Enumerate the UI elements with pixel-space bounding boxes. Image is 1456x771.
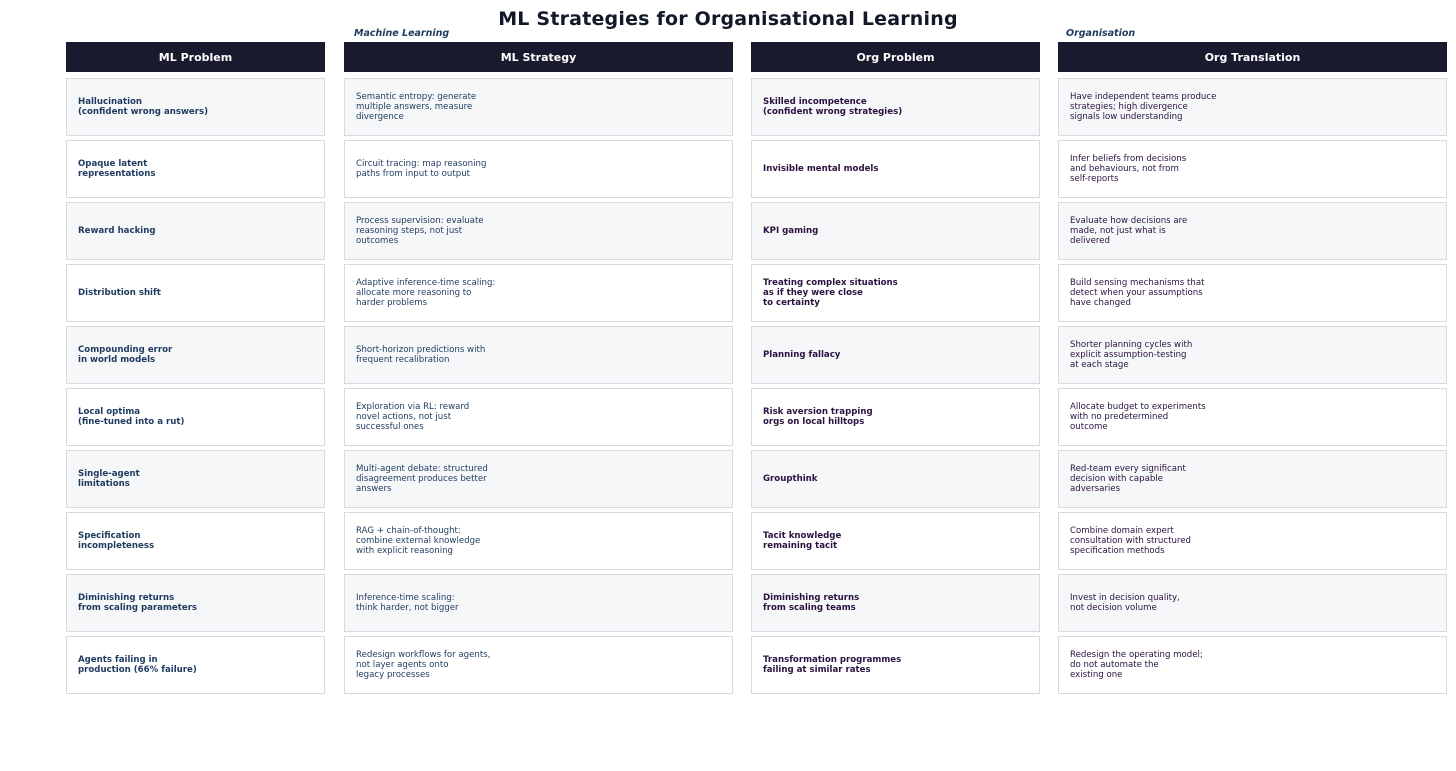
ml-problem-cell: Distribution shift (66, 264, 325, 322)
ml-strategy-cell: Circuit tracing: map reasoning paths fro… (344, 140, 733, 198)
org-translation-cell: Allocate budget to experiments with no p… (1058, 388, 1447, 446)
ml-problem-cell: Opaque latent representations (66, 140, 325, 198)
ml-strategy-cells: Semantic entropy: generate multiple answ… (344, 78, 733, 694)
org-translation-cell: Redesign the operating model; do not aut… (1058, 636, 1447, 694)
ml-strategy-column: ML Strategy Semantic entropy: generate m… (344, 42, 733, 698)
machine-learning-group-label: Machine Learning (354, 28, 450, 39)
org-problem-cell: KPI gaming (751, 202, 1040, 260)
org-translation-column: Org Translation Have independent teams p… (1058, 42, 1447, 698)
org-translation-cell: Shorter planning cycles with explicit as… (1058, 326, 1447, 384)
ml-strategy-header: ML Strategy (344, 42, 733, 72)
ml-strategy-cell: Short-horizon predictions with frequent … (344, 326, 733, 384)
org-translation-cell: Red-team every significant decision with… (1058, 450, 1447, 508)
org-problem-cell: Risk aversion trapping orgs on local hil… (751, 388, 1040, 446)
org-problem-cell: Planning fallacy (751, 326, 1040, 384)
ml-strategy-cell: Exploration via RL: reward novel actions… (344, 388, 733, 446)
ml-problem-cell: Hallucination (confident wrong answers) (66, 78, 325, 136)
ml-problem-cell: Agents failing in production (66% failur… (66, 636, 325, 694)
org-problem-header: Org Problem (751, 42, 1040, 72)
org-problem-cell: Transformation programmes failing at sim… (751, 636, 1040, 694)
org-translation-header: Org Translation (1058, 42, 1447, 72)
ml-strategy-cell: RAG + chain-of-thought: combine external… (344, 512, 733, 570)
ml-problem-cell: Compounding error in world models (66, 326, 325, 384)
ml-problem-cell: Diminishing returns from scaling paramet… (66, 574, 325, 632)
org-problem-cell: Diminishing returns from scaling teams (751, 574, 1040, 632)
org-translation-cell: Infer beliefs from decisions and behavio… (1058, 140, 1447, 198)
ml-strategy-cell: Adaptive inference-time scaling: allocat… (344, 264, 733, 322)
org-translation-cell: Evaluate how decisions are made, not jus… (1058, 202, 1447, 260)
ml-strategy-cell: Inference-time scaling: think harder, no… (344, 574, 733, 632)
org-problem-cell: Groupthink (751, 450, 1040, 508)
org-translation-cells: Have independent teams produce strategie… (1058, 78, 1447, 694)
org-translation-cell: Invest in decision quality, not decision… (1058, 574, 1447, 632)
ml-strategy-cell: Process supervision: evaluate reasoning … (344, 202, 733, 260)
org-problem-cell: Invisible mental models (751, 140, 1040, 198)
org-problem-cell: Treating complex situations as if they w… (751, 264, 1040, 322)
ml-problem-cell: Reward hacking (66, 202, 325, 260)
ml-strategy-cell: Semantic entropy: generate multiple answ… (344, 78, 733, 136)
org-translation-cell: Have independent teams produce strategie… (1058, 78, 1447, 136)
page-title: ML Strategies for Organisational Learnin… (498, 8, 958, 30)
ml-problem-cell: Single-agent limitations (66, 450, 325, 508)
organisation-group-label: Organisation (1066, 28, 1136, 39)
ml-problem-header: ML Problem (66, 42, 325, 72)
org-problem-cell: Skilled incompetence (confident wrong st… (751, 78, 1040, 136)
ml-strategy-cell: Multi-agent debate: structured disagreem… (344, 450, 733, 508)
ml-problem-cell: Local optima (fine-tuned into a rut) (66, 388, 325, 446)
ml-problem-cell: Specification incompleteness (66, 512, 325, 570)
org-translation-cell: Build sensing mechanisms that detect whe… (1058, 264, 1447, 322)
org-problem-column: Org Problem Skilled incompetence (confid… (751, 42, 1040, 698)
ml-problem-cells: Hallucination (confident wrong answers) O… (66, 78, 325, 694)
org-translation-cell: Combine domain expert consultation with … (1058, 512, 1447, 570)
ml-problem-column: ML Problem Hallucination (confident wron… (66, 42, 325, 698)
org-problem-cells: Skilled incompetence (confident wrong st… (751, 78, 1040, 694)
org-problem-cell: Tacit knowledge remaining tacit (751, 512, 1040, 570)
ml-strategy-cell: Redesign workflows for agents, not layer… (344, 636, 733, 694)
